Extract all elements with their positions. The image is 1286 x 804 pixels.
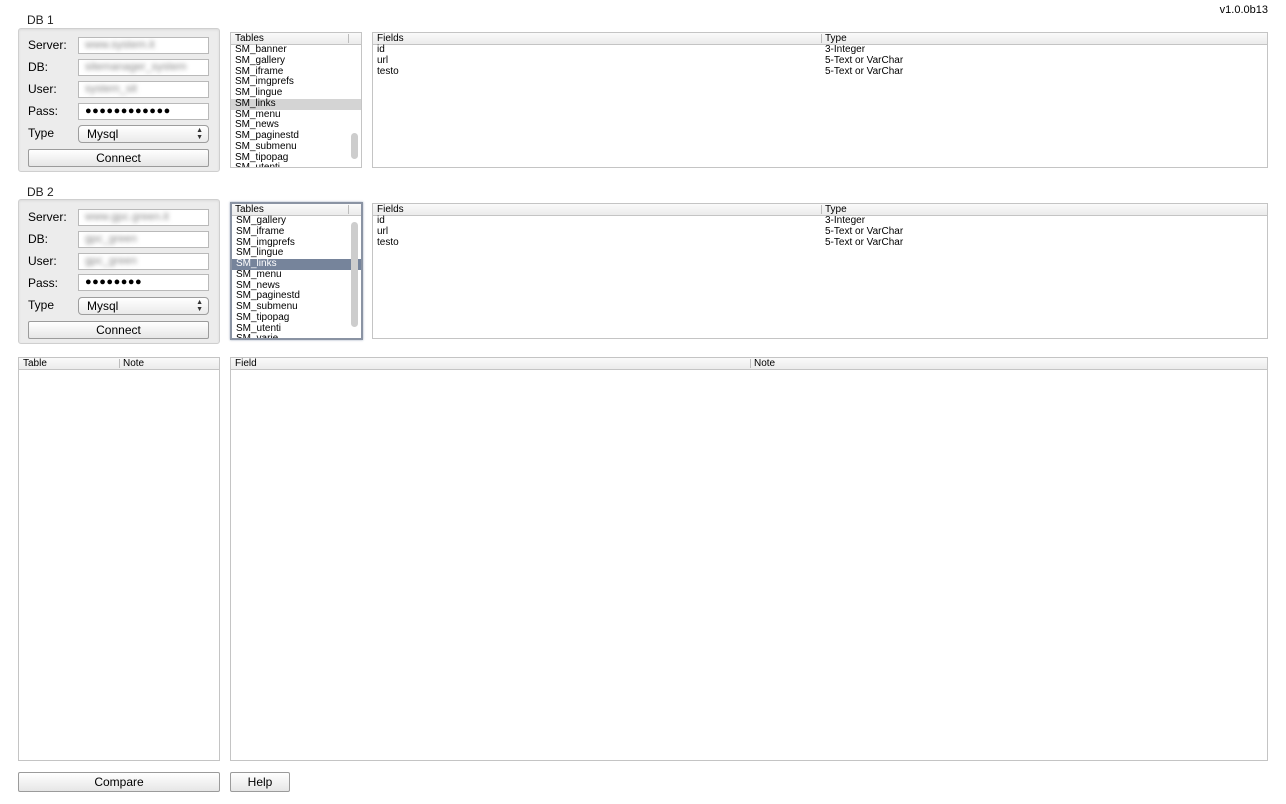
version-label: v1.0.0b13 — [1219, 4, 1268, 16]
db2-tables-list[interactable]: Tables SM_gallery SM_iframe SM_imgprefs SM_… — [230, 202, 363, 340]
db2-type-label: Type — [28, 298, 55, 312]
db2-pass-value: ●●●●●●●● — [85, 276, 143, 288]
results-field-list[interactable]: Field Note — [230, 357, 1268, 761]
db1-db-input[interactable]: sitemanager_system — [78, 59, 209, 76]
db1-tables-list[interactable]: Tables SM_banner SM_gallery SM_iframe SM_im… — [230, 32, 362, 168]
field-name: url — [377, 54, 389, 66]
db1-user-value: system_sit — [85, 83, 137, 95]
results-table-list[interactable]: Table Note — [18, 357, 220, 761]
field-type: 5-Text or VarChar — [825, 54, 904, 66]
field-type: 5-Text or VarChar — [825, 65, 904, 77]
updown-arrows-icon: ▲ ▼ — [196, 127, 203, 141]
db1-fields-col-type: Type — [825, 33, 847, 44]
table-list-item[interactable]: SM_iframe — [232, 226, 361, 238]
db1-db-value: sitemanager_system — [85, 61, 187, 73]
db2-pass-input[interactable]: ●●●●●●●● — [78, 274, 209, 291]
db1-type-label: Type — [28, 126, 55, 140]
table-list-item[interactable]: SM_menu — [232, 269, 361, 281]
db2-fields-table[interactable]: Fields Type id 3-Integer url 5-Text or VarC… — [372, 203, 1268, 339]
db2-server-label: Server: — [28, 210, 67, 224]
help-button[interactable]: Help — [230, 772, 290, 792]
db2-tables-rows: SM_gallery SM_iframe SM_imgprefs SM_lingue S… — [232, 215, 361, 338]
db1-pass-input[interactable]: ●●●●●●●●●●●● — [78, 103, 209, 120]
field-row[interactable]: id 3-Integer — [373, 44, 1267, 56]
db1-server-input[interactable]: www.system.it — [78, 37, 209, 54]
db2-user-value: gpc_green — [85, 255, 137, 267]
db2-user-label: User: — [28, 254, 57, 268]
db1-tables-header-label: Tables — [235, 33, 264, 44]
updown-arrows-icon: ▲ ▼ — [196, 299, 203, 313]
db2-fields-col-type: Type — [825, 204, 847, 215]
db2-connect-button[interactable]: Connect — [28, 321, 209, 339]
db2-fields-header[interactable]: Fields Type — [373, 204, 1267, 216]
db1-pass-label: Pass: — [28, 104, 59, 118]
db1-connect-button[interactable]: Connect — [28, 149, 209, 167]
field-row[interactable]: testo 5-Text or VarChar — [373, 65, 1267, 78]
db1-fields-rows: id 3-Integer url 5-Text or VarChar testo 5-Te… — [373, 44, 1267, 167]
column-divider — [348, 34, 349, 43]
db1-fields-header[interactable]: Fields Type — [373, 33, 1267, 45]
db1-type-value: Mysql — [87, 127, 119, 141]
field-row[interactable]: url 5-Text or VarChar — [373, 225, 1267, 238]
db2-pass-label: Pass: — [28, 276, 59, 290]
db1-tables-scrollbar[interactable] — [351, 133, 358, 159]
field-row[interactable]: testo 5-Text or VarChar — [373, 236, 1267, 249]
db2-type-value: Mysql — [87, 299, 119, 313]
db1-server-label: Server: — [28, 38, 67, 52]
db2-user-input[interactable]: gpc_green — [78, 253, 209, 270]
db2-fields-col-field: Fields — [377, 204, 404, 215]
db2-server-value: www.gpc.green.it — [85, 211, 169, 223]
column-divider — [119, 359, 120, 368]
db1-fields-table[interactable]: Fields Type id 3-Integer url 5-Text or VarC… — [372, 32, 1268, 168]
db1-db-label: DB: — [28, 60, 49, 74]
db1-type-select[interactable]: Mysql ▲ ▼ — [78, 125, 209, 143]
results-col-note: Note — [123, 358, 145, 369]
results-col-table: Table — [23, 358, 47, 369]
db1-user-input[interactable]: system_sit — [78, 81, 209, 98]
db1-pass-value: ●●●●●●●●●●●● — [85, 105, 171, 117]
db2-db-label: DB: — [28, 232, 49, 246]
results-table-header[interactable]: Table Note — [19, 358, 219, 370]
db2-tables-scrollbar[interactable] — [351, 222, 358, 327]
db1-tables-rows: SM_banner SM_gallery SM_iframe SM_imgprefs S… — [231, 44, 361, 167]
db1-fields-col-field: Fields — [377, 33, 404, 44]
column-divider — [348, 205, 349, 214]
db1-server-value: www.system.it — [85, 39, 155, 51]
results-col-field: Field — [235, 358, 257, 369]
compare-button[interactable]: Compare — [18, 772, 220, 792]
db2-tables-header-label: Tables — [235, 204, 264, 215]
field-name: url — [377, 225, 389, 237]
db2-type-select[interactable]: Mysql ▲ ▼ — [78, 297, 209, 315]
field-name: testo — [377, 65, 399, 77]
field-row[interactable]: url 5-Text or VarChar — [373, 54, 1267, 67]
db1-user-label: User: — [28, 82, 57, 96]
table-list-item[interactable]: SM_tipopag — [232, 312, 361, 324]
db2-db-value: gpc_green — [85, 233, 137, 245]
table-list-item[interactable]: SM_utenti — [231, 162, 361, 167]
table-list-item[interactable]: SM_gallery — [231, 55, 361, 67]
db2-server-input[interactable]: www.gpc.green.it — [78, 209, 209, 226]
db2-fields-rows: id 3-Integer url 5-Text or VarChar testo 5-Te… — [373, 215, 1267, 338]
field-type: 5-Text or VarChar — [825, 225, 904, 237]
column-divider — [821, 34, 822, 43]
db1-title: DB 1 — [27, 13, 54, 27]
column-divider — [750, 359, 751, 368]
results-col-note-field: Note — [754, 358, 776, 369]
column-divider — [821, 205, 822, 214]
db2-db-input[interactable]: gpc_green — [78, 231, 209, 248]
table-list-item[interactable]: SM_submenu — [231, 141, 361, 153]
table-list-item[interactable]: SM_varie — [232, 333, 361, 338]
field-type: 5-Text or VarChar — [825, 236, 904, 248]
table-list-item[interactable]: SM_links — [231, 98, 361, 110]
field-name: testo — [377, 236, 399, 248]
field-row[interactable]: id 3-Integer — [373, 215, 1267, 227]
db2-title: DB 2 — [27, 185, 54, 199]
results-field-header[interactable]: Field Note — [231, 358, 1267, 370]
